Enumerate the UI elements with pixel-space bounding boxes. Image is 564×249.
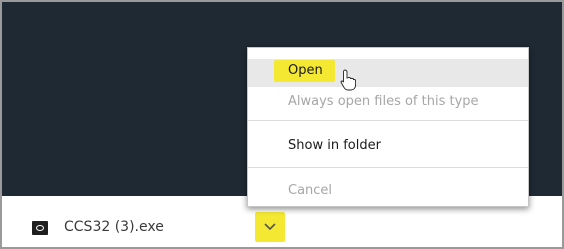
download-menu-button[interactable]	[255, 212, 285, 242]
menu-item-cancel-label: Cancel	[288, 183, 333, 198]
download-file-name[interactable]: CCS32 (3).exe	[64, 219, 164, 235]
menu-item-show-in-folder-label: Show in folder	[288, 138, 381, 153]
menu-item-always-open[interactable]: Always open files of this type	[248, 88, 528, 116]
screenshot-frame: CCS32 (3).exe Open Always open files of …	[0, 0, 564, 249]
menu-item-cancel[interactable]: Cancel	[248, 177, 528, 205]
menu-item-open-label: Open	[274, 60, 335, 82]
exe-file-icon	[32, 221, 48, 235]
menu-divider	[248, 120, 528, 121]
download-context-menu: Open Always open files of this type Show…	[247, 47, 529, 207]
chevron-down-icon	[264, 223, 276, 231]
menu-item-always-open-label: Always open files of this type	[288, 94, 479, 109]
hand-cursor-icon	[340, 69, 356, 91]
menu-item-open[interactable]: Open	[248, 59, 528, 87]
menu-divider	[248, 167, 528, 168]
menu-item-show-in-folder[interactable]: Show in folder	[248, 132, 528, 160]
